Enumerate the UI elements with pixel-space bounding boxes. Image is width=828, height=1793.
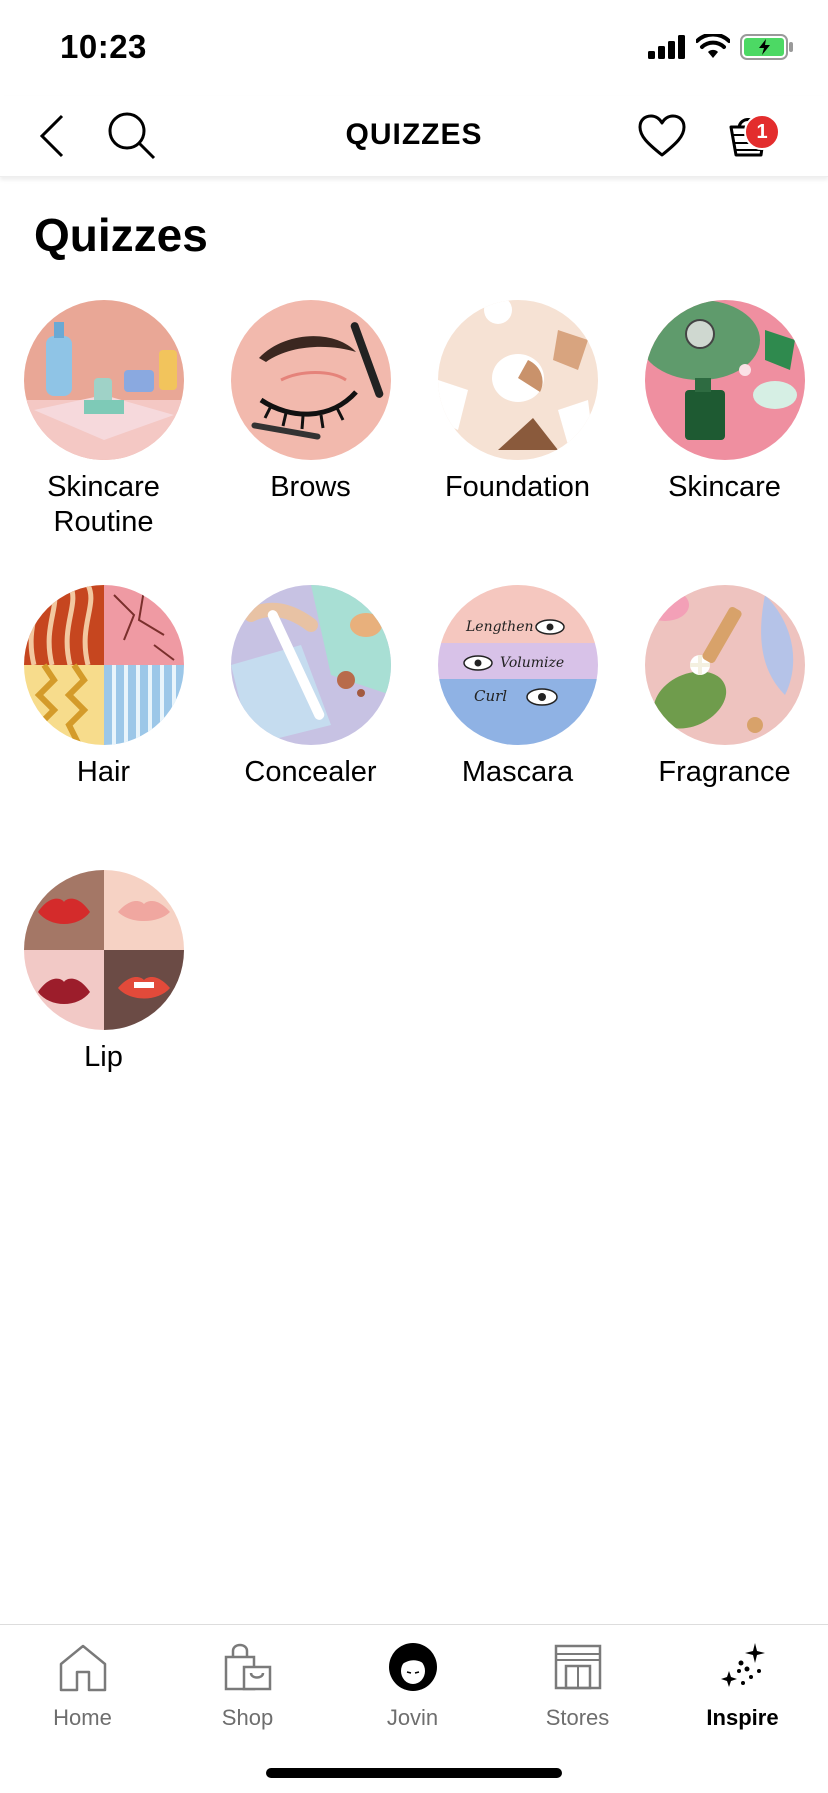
quiz-item-fragrance[interactable]: Fragrance bbox=[621, 585, 828, 790]
store-icon bbox=[554, 1644, 601, 1690]
quiz-item-brows[interactable]: Brows bbox=[207, 300, 414, 505]
mascara-volumize-text: Volumize bbox=[500, 655, 564, 671]
quiz-label: Skincare Routine bbox=[47, 471, 160, 538]
basket-button[interactable]: 1 bbox=[720, 104, 784, 168]
hair-illustration bbox=[23, 585, 184, 745]
mascara-lengthen-text: Lengthen bbox=[465, 619, 534, 635]
heart-icon bbox=[638, 114, 686, 157]
mascara-curl-text: Curl bbox=[474, 687, 507, 705]
nav-title: QUIZZES bbox=[345, 118, 483, 151]
page-heading: Quizzes bbox=[34, 209, 208, 261]
quiz-item-skincare-routine[interactable]: Skincare Routine bbox=[0, 300, 207, 540]
wifi-icon bbox=[696, 34, 730, 58]
favorites-button[interactable] bbox=[630, 104, 694, 168]
concealer-illustration bbox=[230, 585, 391, 745]
tab-label: Jovin bbox=[386, 1705, 439, 1730]
quiz-label: Fragrance bbox=[658, 756, 791, 788]
tab-home[interactable]: Home bbox=[0, 1637, 165, 1747]
cellular-signal-icon bbox=[648, 35, 685, 59]
tab-stores[interactable]: Stores bbox=[495, 1637, 660, 1747]
quiz-label: Mascara bbox=[461, 756, 574, 788]
quiz-item-mascara[interactable]: Lengthen Volumize Curl Mascara bbox=[414, 585, 621, 790]
skincare-illustration bbox=[644, 300, 805, 460]
lip-illustration bbox=[23, 870, 184, 1030]
cart-count-badge: 1 bbox=[744, 114, 780, 150]
quiz-item-concealer[interactable]: Concealer bbox=[207, 585, 414, 790]
tab-label: Home bbox=[53, 1705, 112, 1730]
quiz-item-skincare[interactable]: Skincare bbox=[621, 300, 828, 505]
foundation-illustration bbox=[437, 300, 598, 460]
quiz-item-foundation[interactable]: Foundation bbox=[414, 300, 621, 505]
quiz-label: Concealer bbox=[244, 756, 377, 788]
mascara-illustration: Lengthen Volumize Curl bbox=[437, 585, 598, 745]
tab-inspire[interactable]: Inspire bbox=[660, 1637, 825, 1747]
battery-icon bbox=[740, 34, 793, 60]
fragrance-illustration bbox=[644, 585, 805, 745]
tab-label: Inspire bbox=[706, 1705, 779, 1730]
quiz-label: Brows bbox=[270, 471, 351, 503]
avatar-icon bbox=[388, 1643, 437, 1691]
tab-label: Stores bbox=[545, 1705, 610, 1730]
skincare-routine-illustration bbox=[23, 300, 184, 460]
tab-jovin[interactable]: Jovin bbox=[330, 1637, 495, 1747]
home-icon bbox=[59, 1644, 106, 1692]
tab-label: Shop bbox=[221, 1705, 274, 1730]
tab-shop[interactable]: Shop bbox=[165, 1637, 330, 1747]
home-indicator bbox=[266, 1768, 562, 1778]
quiz-label: Lip bbox=[84, 1041, 123, 1073]
quiz-label: Hair bbox=[76, 756, 131, 788]
status-time: 10:23 bbox=[60, 28, 147, 65]
status-icons bbox=[648, 34, 794, 60]
brows-illustration bbox=[230, 300, 391, 460]
nav-bar: QUIZZES 1 bbox=[0, 96, 828, 177]
sparkle-icon bbox=[720, 1643, 765, 1687]
shopping-bag-icon bbox=[224, 1643, 271, 1691]
quiz-item-lip[interactable]: Lip bbox=[0, 870, 207, 1075]
status-bar: 10:23 bbox=[0, 0, 828, 96]
quiz-label: Skincare bbox=[668, 471, 781, 503]
quiz-item-hair[interactable]: Hair bbox=[0, 585, 207, 790]
quiz-label: Foundation bbox=[444, 471, 591, 503]
